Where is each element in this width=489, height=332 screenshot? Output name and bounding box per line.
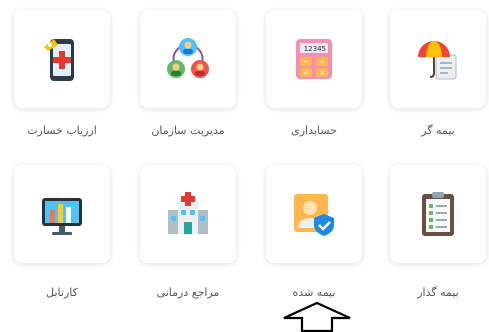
- svg-text:−: −: [303, 58, 309, 66]
- damage-assessor-tablet-icon: [44, 39, 74, 81]
- tile-organization-management[interactable]: [140, 10, 236, 108]
- tile-insured[interactable]: [266, 165, 362, 263]
- hospital-icon: [168, 192, 208, 234]
- tile-label: مراجع درمانی: [156, 286, 220, 299]
- svg-text:×: ×: [319, 69, 325, 77]
- tile-label: بیمه گذار: [417, 286, 459, 299]
- up-arrow-icon: [283, 301, 351, 332]
- tile-label: بیمه گر: [421, 124, 455, 137]
- tile-medical-centers[interactable]: [140, 165, 236, 263]
- calculator-icon: 12345 − ÷ + ×: [296, 39, 332, 79]
- organization-people-icon: [167, 38, 209, 78]
- calculator-display: 12345: [304, 45, 326, 53]
- tile-accounting[interactable]: 12345 − ÷ + ×: [266, 10, 362, 108]
- insured-person-shield-icon: [294, 194, 334, 236]
- svg-text:+: +: [303, 69, 309, 77]
- cartable-monitor-chart-icon: [42, 198, 82, 235]
- policyholder-clipboard-icon: [422, 192, 454, 236]
- tile-policyholder[interactable]: [390, 165, 486, 263]
- insurer-umbrella-document-icon: [418, 41, 457, 80]
- tile-label: مدیریت سازمان: [151, 124, 225, 137]
- tile-damage-assessor[interactable]: [14, 10, 110, 108]
- tile-label: کارتابل: [46, 286, 78, 299]
- tile-label: ارزیاب خسارت: [27, 124, 97, 137]
- tile-insurer[interactable]: [390, 10, 486, 108]
- tile-label: بیمه شده: [292, 286, 336, 299]
- svg-text:÷: ÷: [319, 58, 325, 66]
- tile-cartable[interactable]: [14, 165, 110, 263]
- tile-label: حسابداری: [291, 124, 337, 137]
